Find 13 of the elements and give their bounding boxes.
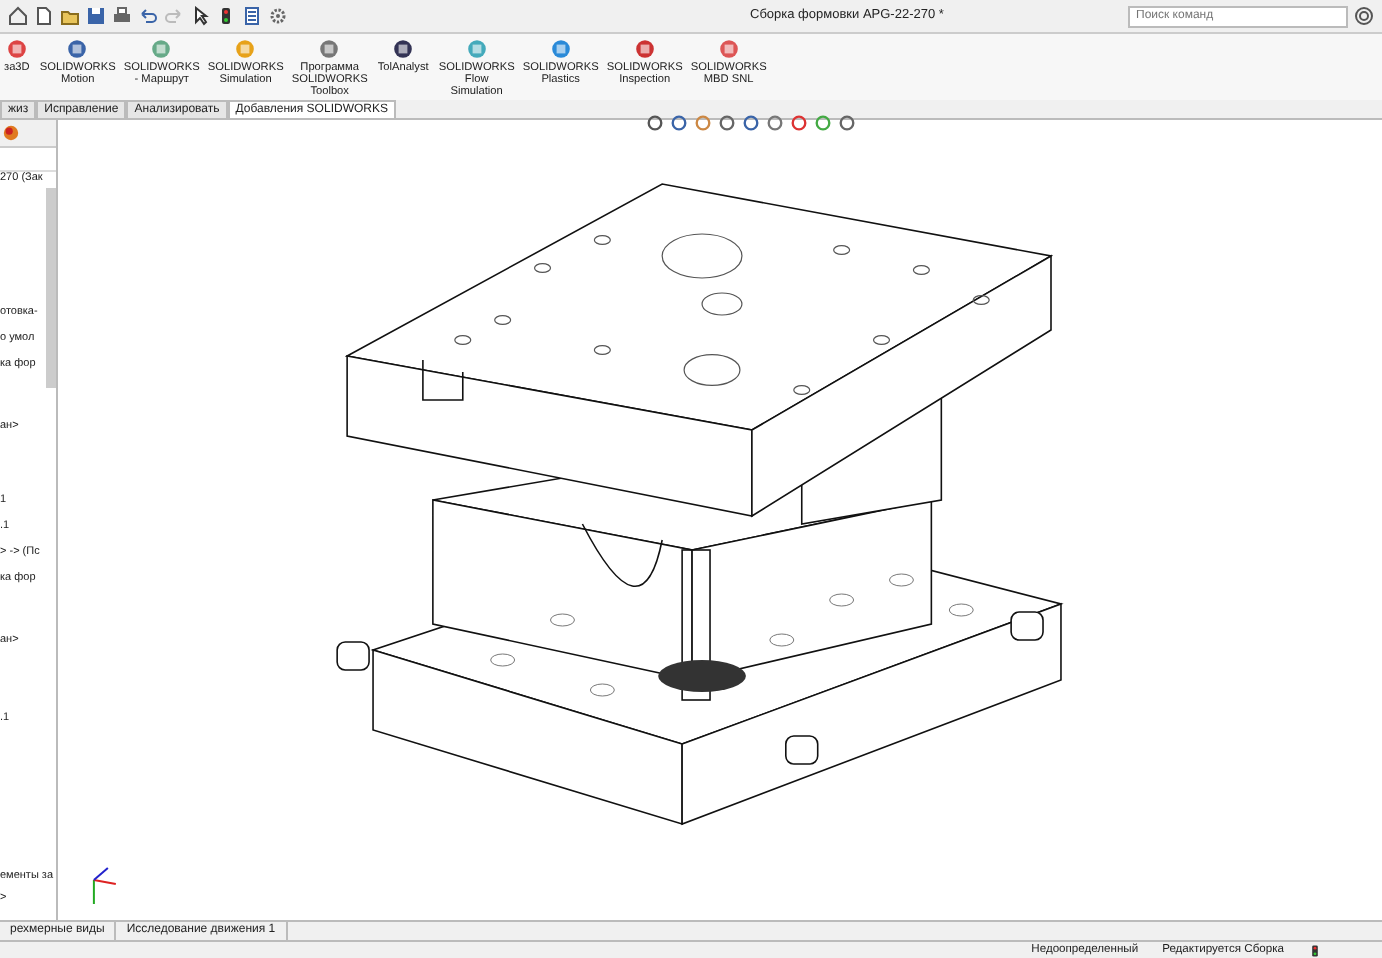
save-icon[interactable] — [86, 6, 106, 26]
print-icon[interactable] — [112, 6, 132, 26]
traffic-light-icon[interactable] — [216, 6, 236, 26]
home-icon[interactable] — [8, 6, 28, 26]
new-document-icon[interactable] — [34, 6, 54, 26]
axis-triad-icon — [92, 867, 117, 905]
pointer-icon[interactable] — [190, 6, 210, 26]
settings-icon[interactable] — [268, 6, 288, 26]
open-folder-icon[interactable] — [60, 6, 80, 26]
undo-icon[interactable] — [138, 6, 158, 26]
scroll-bar[interactable] — [46, 188, 56, 388]
traffic-light-icon — [1308, 943, 1322, 957]
file-properties-icon[interactable] — [242, 6, 262, 26]
